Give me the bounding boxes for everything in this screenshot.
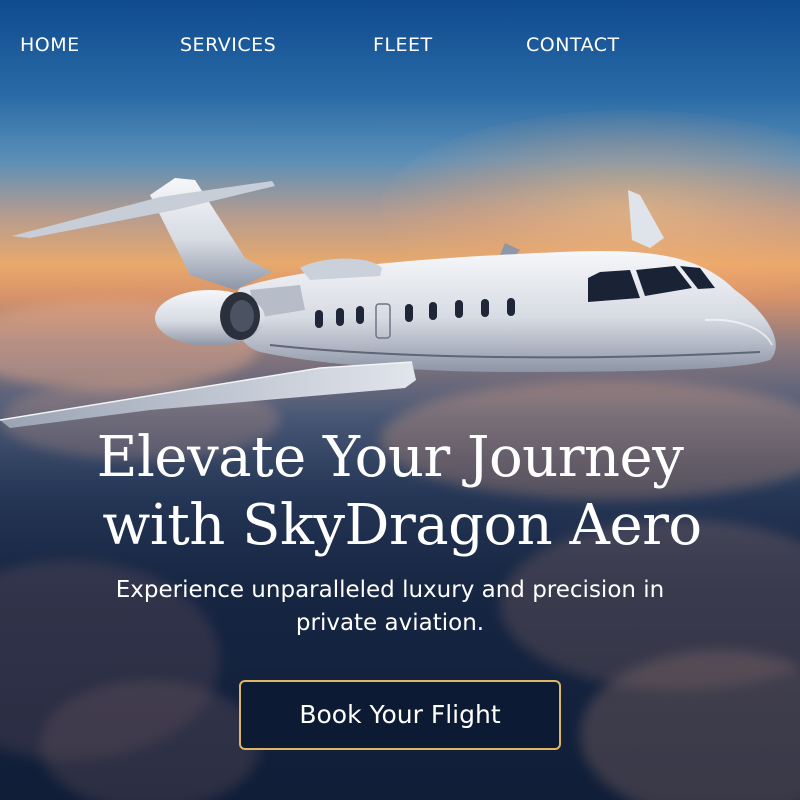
- hero-headline-line1: Elevate Your Journey: [96, 425, 684, 490]
- hero-subtitle: Experience unparalleled luxury and preci…: [60, 574, 720, 640]
- hero-headline: Elevate Your Journey with SkyDragon Aero: [0, 424, 780, 560]
- hero-subtitle-line1: Experience unparalleled luxury and preci…: [115, 577, 665, 603]
- horizontal-stabilizer: [12, 181, 275, 238]
- winglet: [628, 190, 664, 248]
- nav-link-services[interactable]: SERVICES: [180, 34, 276, 56]
- book-flight-button[interactable]: Book Your Flight: [239, 680, 561, 750]
- hero-headline-line2: with SkyDragon Aero: [102, 493, 702, 558]
- nav-link-home[interactable]: HOME: [20, 34, 80, 56]
- nav-link-contact[interactable]: CONTACT: [526, 34, 620, 56]
- main-wing: [0, 362, 416, 428]
- hero-section: HOME SERVICES FLEET CONTACT Elevate Your…: [0, 0, 800, 800]
- private-jet-icon: [0, 178, 776, 428]
- engine-fan: [230, 300, 254, 332]
- nav-link-fleet[interactable]: FLEET: [373, 34, 433, 56]
- main-nav: HOME SERVICES FLEET CONTACT: [0, 34, 800, 62]
- hero-subtitle-line2: private aviation.: [295, 610, 485, 636]
